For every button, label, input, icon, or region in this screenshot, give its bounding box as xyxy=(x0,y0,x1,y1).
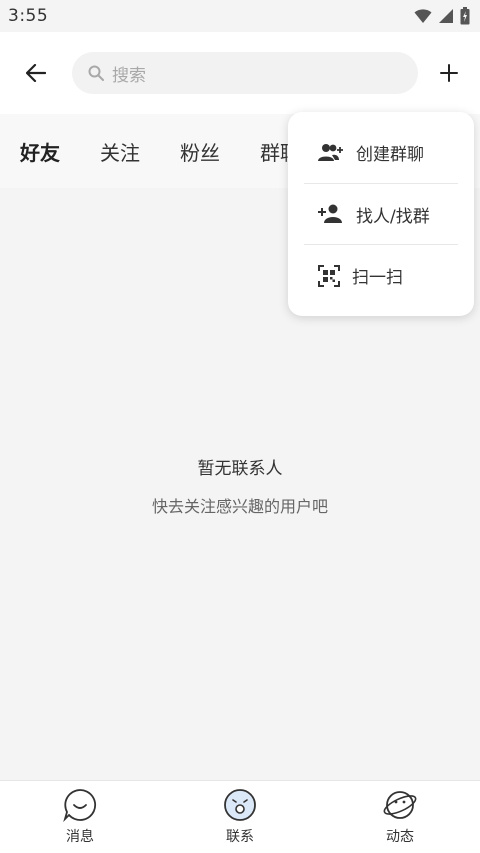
empty-subtitle: 快去关注感兴趣的用户吧 xyxy=(151,497,328,516)
tab-fans[interactable]: 粉丝 xyxy=(180,137,220,166)
group-add-icon xyxy=(318,143,343,161)
top-bar: 搜索 xyxy=(0,32,480,114)
menu-item-label: 扫一扫 xyxy=(352,268,403,288)
search-icon xyxy=(88,65,104,81)
nav-contacts[interactable]: 联系 xyxy=(180,788,300,846)
menu-item-label: 找人/找群 xyxy=(356,206,430,227)
qr-scan-icon xyxy=(318,264,340,287)
message-icon xyxy=(63,789,97,822)
nav-label: 消息 xyxy=(66,829,94,845)
plus-icon xyxy=(440,64,458,82)
arrow-left-icon xyxy=(26,64,46,82)
empty-state: 暂无联系人 快去关注感兴趣的用户吧 xyxy=(0,454,480,517)
tab-following[interactable]: 关注 xyxy=(100,137,140,166)
search-input[interactable]: 搜索 xyxy=(72,52,418,94)
nav-label: 动态 xyxy=(386,829,414,845)
menu-item-label: 创建群聊 xyxy=(356,145,424,165)
menu-item-create-group[interactable]: 创建群聊 xyxy=(304,112,458,184)
tab-friends[interactable]: 好友 xyxy=(20,137,60,166)
contacts-icon xyxy=(224,789,256,821)
battery-icon xyxy=(460,7,470,25)
nav-messages[interactable]: 消息 xyxy=(20,788,140,846)
status-bar: 3:55 xyxy=(0,0,480,32)
search-placeholder: 搜索 xyxy=(112,65,146,86)
status-time: 3:55 xyxy=(8,6,49,26)
cell-signal-icon xyxy=(439,9,453,23)
nav-label: 联系 xyxy=(226,829,254,845)
add-button[interactable] xyxy=(418,32,480,114)
add-popup-menu: 创建群聊 找人/找群 扫一扫 xyxy=(288,112,474,316)
back-button[interactable] xyxy=(0,32,72,114)
status-icons xyxy=(414,7,470,25)
wifi-icon xyxy=(414,9,432,23)
nav-feed[interactable]: 动态 xyxy=(340,788,460,846)
feed-icon xyxy=(383,791,417,819)
menu-item-find-people[interactable]: 找人/找群 xyxy=(304,184,458,245)
empty-title: 暂无联系人 xyxy=(197,459,283,479)
contacts-screen: 3:55 搜索 好友 关注 粉丝 群聊 暂无联系人 快去关注感兴趣的用户吧 创建… xyxy=(0,0,480,853)
bottom-nav: 消息 联系 动态 xyxy=(0,780,480,853)
person-add-icon xyxy=(318,204,342,223)
menu-item-scan[interactable]: 扫一扫 xyxy=(304,245,458,306)
